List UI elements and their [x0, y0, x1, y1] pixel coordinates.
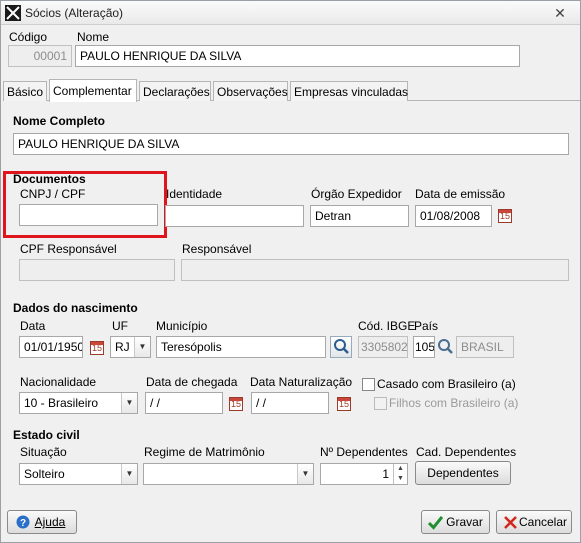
municipio-field[interactable]: Teresópolis — [156, 336, 326, 358]
orgao-expedidor-label: Órgão Expedidor — [311, 187, 402, 201]
uf-label: UF — [112, 319, 128, 333]
filhos-label: Filhos com Brasileiro (a) — [389, 396, 519, 410]
nascimento-section-label: Dados do nascimento — [13, 301, 138, 315]
calendar-icon[interactable]: 15 — [229, 397, 243, 411]
cancelar-label: Cancelar — [518, 515, 568, 529]
responsavel-field — [181, 259, 569, 281]
data-chegada-label: Data de chegada — [146, 375, 238, 389]
cod-ibge-label: Cód. IBGE — [358, 319, 416, 333]
nacionalidade-label: Nacionalidade — [20, 375, 97, 389]
nome-field[interactable]: PAULO HENRIQUE DA SILVA — [75, 45, 520, 67]
identidade-label: Identidade — [166, 187, 223, 201]
cnpj-cpf-field[interactable] — [19, 204, 158, 226]
tab-bar: Básico Complementar Declarações Observaç… — [3, 79, 580, 102]
cancelar-button[interactable]: Cancelar — [496, 510, 572, 534]
socios-window: Sócios (Alteração) ✕ Código 00001 Nome P… — [0, 0, 581, 543]
chevron-down-icon[interactable]: ▼ — [297, 464, 313, 484]
data-naturalizacao-label: Data Naturalização — [250, 375, 353, 389]
nome-completo-field[interactable]: PAULO HENRIQUE DA SILVA — [13, 133, 569, 155]
estado-civil-section-label: Estado civil — [13, 428, 80, 442]
dependentes-count-field[interactable]: 1 ▲ ▼ — [320, 463, 408, 485]
chevron-down-icon[interactable]: ▼ — [121, 464, 137, 484]
nome-label: Nome — [77, 30, 110, 44]
situacao-label: Situação — [20, 445, 67, 459]
data-nascimento-label: Data — [20, 319, 46, 333]
search-pais-button[interactable] — [435, 336, 455, 358]
tab-declaracoes[interactable]: Declarações — [139, 81, 211, 101]
codigo-label: Código — [9, 30, 48, 44]
nacionalidade-value: 10 - Brasileiro — [24, 396, 99, 410]
cancel-icon — [504, 516, 517, 529]
close-icon[interactable]: ✕ — [550, 6, 570, 22]
data-naturalizacao-field[interactable]: / / — [251, 392, 329, 414]
situacao-select[interactable]: Solteiro ▼ — [19, 463, 138, 485]
regime-select[interactable]: ▼ — [143, 463, 314, 485]
chevron-down-icon[interactable]: ▼ — [121, 393, 137, 413]
nacionalidade-select[interactable]: 10 - Brasileiro ▼ — [19, 392, 138, 414]
data-nascimento-field[interactable]: 01/01/1950 — [19, 336, 83, 358]
tab-complementar[interactable]: Complementar — [49, 79, 137, 102]
check-icon — [428, 516, 443, 530]
gravar-button[interactable]: Gravar — [421, 510, 490, 534]
situacao-value: Solteiro — [24, 467, 65, 481]
tab-basico[interactable]: Básico — [3, 81, 47, 101]
gravar-label: Gravar — [446, 515, 483, 529]
cnpj-cpf-label: CNPJ / CPF — [20, 187, 86, 201]
search-icon — [438, 339, 453, 354]
uf-select[interactable]: RJ ▼ — [110, 336, 151, 358]
filhos-checkbox — [374, 397, 387, 410]
casado-label: Casado com Brasileiro (a) — [377, 377, 516, 391]
search-icon — [334, 339, 349, 354]
documentos-section-label: Documentos — [13, 172, 86, 186]
search-municipio-button[interactable] — [330, 336, 352, 358]
pais-label: País — [414, 319, 439, 333]
dependentes-button[interactable]: Dependentes — [415, 461, 511, 485]
orgao-expedidor-field[interactable]: Detran — [310, 205, 409, 227]
casado-checkbox[interactable] — [362, 378, 375, 391]
spin-arrows-icon[interactable]: ▲ ▼ — [393, 464, 407, 484]
title-bar: Sócios (Alteração) ✕ — [1, 1, 580, 25]
regime-label: Regime de Matrimônio — [144, 445, 265, 459]
responsavel-label: Responsável — [182, 242, 252, 256]
municipio-label: Município — [156, 319, 208, 333]
tab-empresas-vinculadas[interactable]: Empresas vinculadas — [290, 81, 408, 101]
calendar-icon[interactable]: 15 — [337, 397, 351, 411]
cpf-responsavel-field — [19, 259, 175, 281]
ajuda-label: Ajuda — [34, 515, 66, 529]
data-emissao-label: Data de emissão — [415, 187, 506, 201]
chevron-down-icon[interactable]: ▼ — [134, 337, 150, 357]
uf-value: RJ — [115, 340, 130, 354]
cad-dependentes-label: Cad. Dependentes — [416, 445, 517, 459]
help-icon: ? — [16, 515, 30, 529]
ajuda-button[interactable]: ? Ajuda — [7, 510, 77, 534]
app-icon — [5, 5, 21, 21]
data-emissao-field[interactable]: 01/08/2008 — [415, 205, 492, 227]
codigo-field: 00001 — [8, 45, 72, 67]
svg-text:?: ? — [20, 518, 26, 529]
data-chegada-field[interactable]: / / — [145, 392, 223, 414]
pais-name-field: BRASIL — [456, 336, 514, 358]
cpf-responsavel-label: CPF Responsável — [20, 242, 117, 256]
calendar-icon[interactable]: 15 — [90, 341, 104, 355]
dependentes-count-value: 1 — [382, 467, 389, 481]
pais-code-field[interactable]: 105 — [413, 336, 435, 358]
dependentes-count-label: Nº Dependentes — [320, 445, 408, 459]
cod-ibge-field: 3305802 — [358, 336, 408, 358]
tab-observacoes[interactable]: Observações — [213, 81, 288, 101]
calendar-icon[interactable]: 15 — [498, 209, 512, 223]
identidade-field[interactable] — [165, 205, 304, 227]
nome-completo-label: Nome Completo — [13, 114, 106, 128]
window-title: Sócios (Alteração) — [25, 6, 124, 20]
